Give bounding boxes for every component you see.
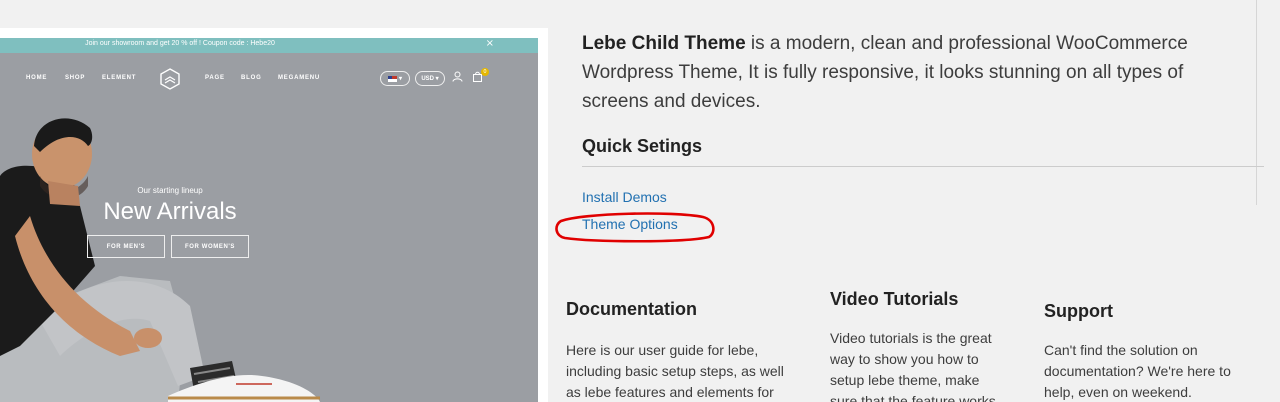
us-flag-icon: [387, 75, 397, 82]
theme-intro: Lebe Child Theme is a modern, clean and …: [582, 29, 1232, 116]
model-photo: [0, 118, 320, 402]
nav-item-page: PAGE: [205, 75, 225, 81]
nav-item-home: HOME: [26, 75, 48, 81]
for-womens-button: FOR WOMEN'S: [171, 235, 249, 258]
support-text: Can't find the solution on documentation…: [1044, 342, 1231, 400]
theme-preview-screenshot: Join our showroom and get 20 % off ! Cou…: [0, 38, 538, 402]
language-selector: ▾: [380, 71, 410, 86]
logo-icon: [160, 68, 180, 90]
documentation-title: Documentation: [566, 299, 698, 319]
section-divider: [582, 166, 1264, 167]
nav-item-megamenu: MEGAMENU: [278, 75, 321, 81]
install-demos-link[interactable]: Install Demos: [582, 189, 667, 205]
video-tutorials-title: Video Tutorials: [830, 289, 959, 309]
theme-options-link[interactable]: Theme Options: [582, 216, 678, 232]
hero-title: New Arrivals: [103, 198, 237, 225]
vertical-divider: [1256, 0, 1257, 205]
nav-item-blog: BLOG: [241, 75, 262, 81]
language-arrow: ▾: [398, 76, 402, 82]
for-mens-button: FOR MEN'S: [87, 235, 165, 258]
nav-item-shop: SHOP: [65, 75, 86, 81]
nav-item-element: ELEMENT: [102, 75, 137, 81]
documentation-text: Here is our user guide for lebe, includi…: [566, 342, 784, 400]
quick-settings-title: Quick Setings: [582, 136, 703, 156]
support-title: Support: [1044, 301, 1113, 321]
hero-subtitle: Our starting lineup: [137, 186, 203, 195]
theme-name: Lebe Child Theme: [582, 33, 746, 54]
theme-preview: Join our showroom and get 20 % off ! Cou…: [0, 28, 548, 402]
user-icon: [452, 71, 463, 82]
promo-text: Join our showroom and get 20 % off ! Cou…: [85, 40, 275, 47]
promo-bar: Join our showroom and get 20 % off ! Cou…: [0, 38, 538, 53]
cart-count-badge: 0: [481, 68, 489, 76]
promo-close-icon: ×: [485, 38, 494, 49]
theme-dashboard-content: Lebe Child Theme is a modern, clean and …: [548, 0, 1280, 402]
video-tutorials-text: Video tutorials is the great way to show…: [830, 330, 996, 402]
currency-selector: USD ▾: [415, 71, 445, 86]
